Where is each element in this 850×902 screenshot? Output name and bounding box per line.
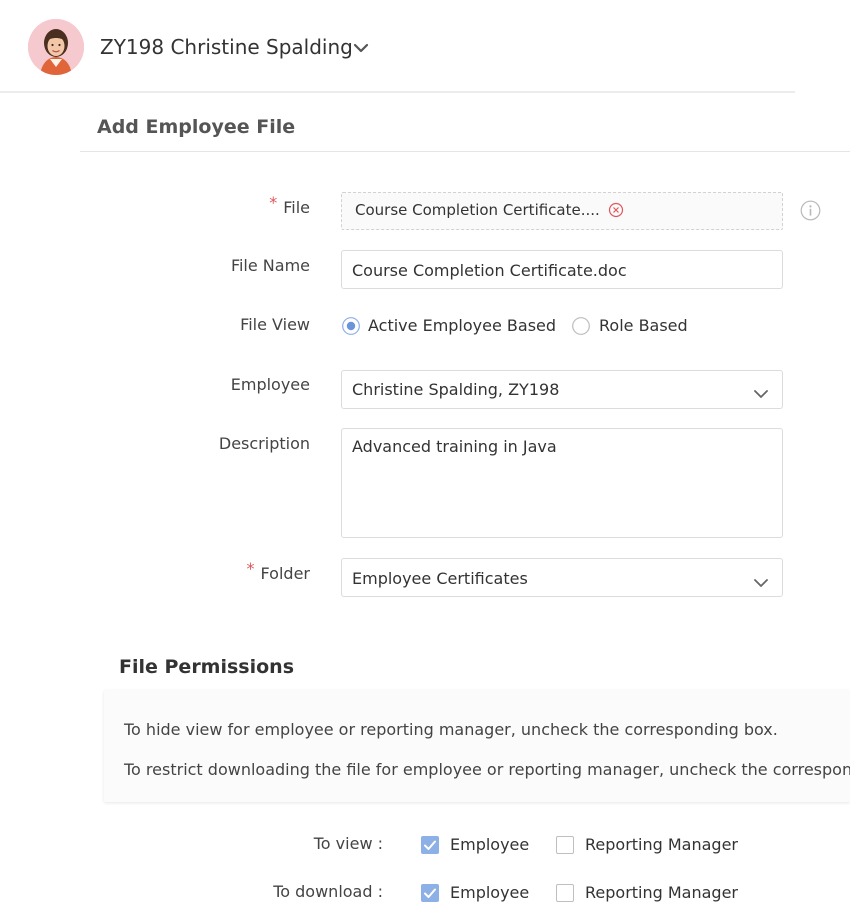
- required-marker: *: [246, 559, 255, 578]
- file-label-text: File: [283, 198, 310, 217]
- download-employee-checkbox[interactable]: [421, 884, 439, 902]
- file-name-label: File Name: [230, 256, 310, 275]
- download-employee-label[interactable]: Employee: [450, 883, 529, 902]
- radio-role-based-label[interactable]: Role Based: [599, 316, 688, 335]
- file-label: * File: [110, 193, 310, 217]
- file-chip-name: Course Completion Certificate....: [355, 201, 600, 219]
- view-reporting-manager-checkbox[interactable]: [556, 836, 574, 854]
- employee-value: Christine Spalding, ZY198: [352, 380, 560, 399]
- folder-label-text: Folder: [260, 564, 310, 583]
- view-employee-label[interactable]: Employee: [450, 835, 529, 854]
- required-marker: *: [269, 193, 278, 212]
- description-label: Description: [218, 434, 310, 453]
- chevron-down-icon[interactable]: [352, 40, 370, 54]
- chevron-down-icon[interactable]: [752, 574, 770, 587]
- radio-active-employee-based[interactable]: [342, 317, 360, 335]
- info-icon[interactable]: [800, 200, 821, 221]
- checkmark-icon: [424, 888, 436, 898]
- remove-file-icon[interactable]: [608, 202, 624, 218]
- description-value: Advanced training in Java: [352, 437, 557, 456]
- title-divider: [80, 151, 850, 152]
- download-reporting-manager-checkbox[interactable]: [556, 884, 574, 902]
- user-name[interactable]: ZY198 Christine Spalding: [100, 35, 353, 59]
- permissions-note-line: To restrict downloading the file for emp…: [124, 760, 850, 779]
- file-name-value: Course Completion Certificate.doc: [352, 261, 627, 280]
- folder-label: * Folder: [110, 559, 310, 583]
- chevron-down-icon[interactable]: [752, 385, 770, 398]
- permissions-note-panel: [104, 690, 850, 802]
- radio-active-employee-based-label[interactable]: Active Employee Based: [368, 316, 556, 335]
- view-employee-checkbox[interactable]: [421, 836, 439, 854]
- to-download-label: To download :: [273, 882, 383, 901]
- radio-role-based[interactable]: [572, 317, 590, 335]
- employee-label: Employee: [230, 375, 310, 394]
- to-view-label: To view :: [313, 834, 383, 853]
- download-reporting-manager-label[interactable]: Reporting Manager: [585, 883, 738, 902]
- page-title: Add Employee File: [97, 116, 296, 138]
- view-reporting-manager-label[interactable]: Reporting Manager: [585, 835, 738, 854]
- file-permissions-heading: File Permissions: [119, 656, 295, 678]
- avatar-portrait: [28, 19, 84, 75]
- avatar[interactable]: [28, 19, 84, 75]
- permissions-note-line: To hide view for employee or reporting m…: [124, 720, 778, 739]
- checkmark-icon: [424, 840, 436, 850]
- header-divider: [0, 91, 795, 93]
- file-view-label: File View: [240, 315, 310, 334]
- folder-value: Employee Certificates: [352, 569, 528, 588]
